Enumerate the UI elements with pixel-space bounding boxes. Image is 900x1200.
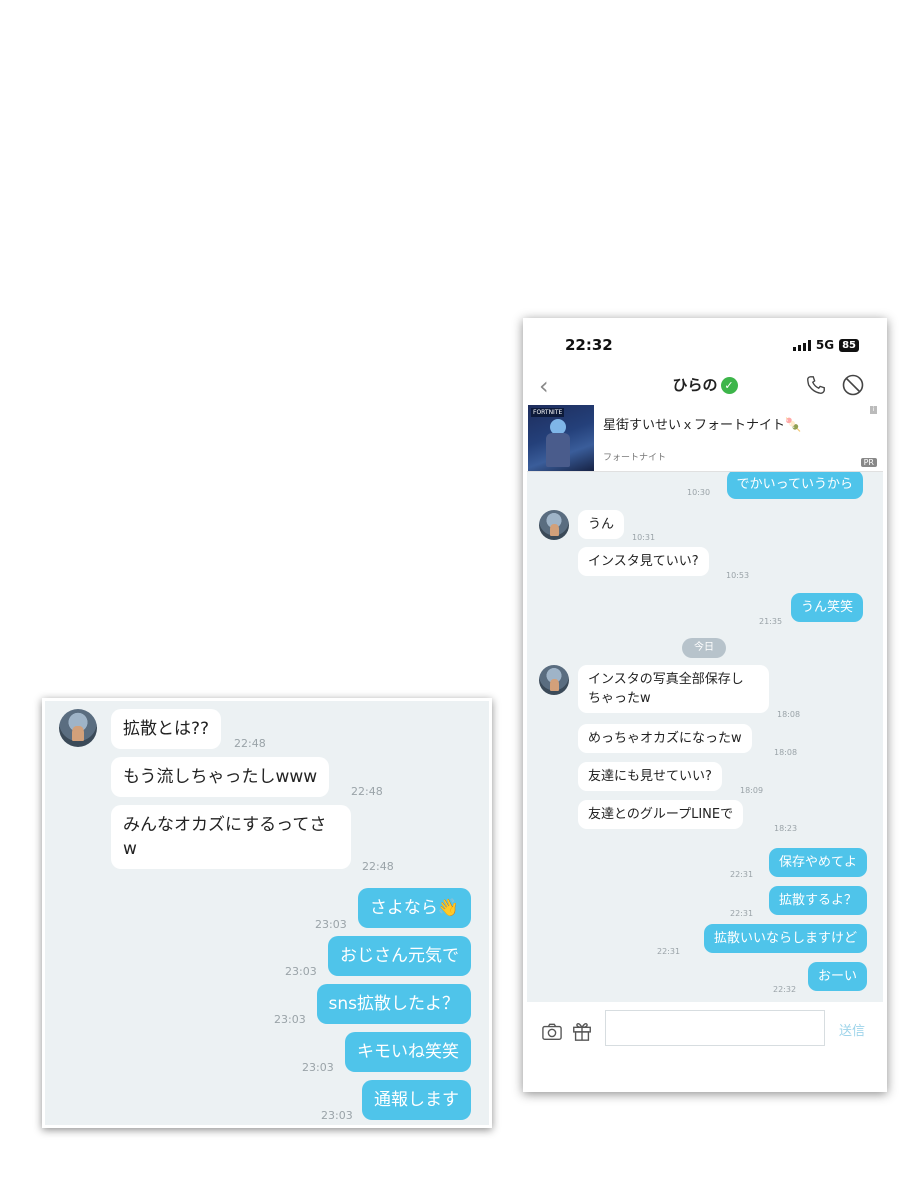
message-timestamp: 22:48 bbox=[362, 860, 394, 873]
incoming-message: もう流しちゃったしwww bbox=[111, 757, 330, 797]
message-timestamp: 22:48 bbox=[351, 785, 383, 798]
gift-icon[interactable] bbox=[571, 1020, 593, 1042]
outgoing-message: 拡散いいならしますけど bbox=[703, 924, 867, 953]
message-text-line: w bbox=[123, 839, 137, 859]
message-text: 友達とのグループLINEで bbox=[588, 807, 734, 822]
message-timestamp: 10:30 bbox=[687, 488, 711, 497]
message-timestamp: 21:35 bbox=[759, 617, 783, 626]
info-icon[interactable]: i bbox=[870, 406, 877, 414]
message-text: 拡散いいならしますけど bbox=[713, 931, 857, 946]
date-divider: 今日 bbox=[682, 638, 726, 658]
message-text: sns拡散したよ？ bbox=[328, 994, 460, 1014]
message-input[interactable] bbox=[605, 1010, 825, 1046]
cropped-chat-screenshot: 拡散とは?? 22:48 もう流しちゃったしwww 22:48 みんなオカズにす… bbox=[42, 698, 492, 1128]
ad-figure-body bbox=[546, 433, 570, 467]
phone-icon[interactable] bbox=[805, 374, 827, 396]
outgoing-message: 保存やめてよ bbox=[768, 848, 867, 877]
message-text: もう流しちゃったしwww bbox=[123, 767, 318, 787]
message-timestamp: 23:03 bbox=[274, 1013, 306, 1026]
outgoing-message: sns拡散したよ？ bbox=[316, 984, 471, 1024]
chat-area[interactable]: でかいっていうから 10:30 うん 10:31 インスタ見ていい? 10:53… bbox=[527, 472, 883, 1002]
incoming-message: 友達とのグループLINEで bbox=[578, 800, 744, 829]
ad-banner[interactable]: FORTNITE 星街すいせいｘフォートナイト🍡 フォートナイト PR i bbox=[527, 404, 883, 472]
message-text: おーい bbox=[817, 969, 857, 984]
message-timestamp: 23:03 bbox=[302, 1061, 334, 1074]
message-timestamp: 18:08 bbox=[774, 748, 798, 757]
message-text: めっちゃオカズになったw bbox=[588, 731, 742, 746]
message-timestamp: 22:31 bbox=[657, 947, 681, 956]
battery-icon: 85 bbox=[839, 338, 859, 352]
outgoing-message: 通報します bbox=[362, 1080, 471, 1120]
phone-screenshot: 22:32 5G 85 ‹ ひらの ✓ FORTNITE 星街すいせいｘフォートナ… bbox=[523, 318, 887, 1092]
ad-thumbnail: FORTNITE bbox=[528, 405, 594, 471]
incoming-message: 友達にも見せていい? bbox=[578, 762, 722, 791]
message-text: 通報します bbox=[374, 1090, 459, 1110]
message-timestamp: 22:31 bbox=[730, 909, 754, 918]
message-input-bar: 送信 bbox=[523, 1002, 887, 1092]
message-timestamp: 22:32 bbox=[773, 985, 797, 994]
message-text-line: ちゃったw bbox=[588, 691, 651, 706]
ad-thumbnail-brand: FORTNITE bbox=[531, 408, 565, 417]
message-text: 保存やめてよ bbox=[778, 855, 857, 870]
message-timestamp: 18:23 bbox=[774, 824, 798, 833]
block-icon[interactable] bbox=[841, 373, 865, 397]
outgoing-message: キモいね笑笑 bbox=[345, 1032, 471, 1072]
message-text: うん bbox=[588, 517, 615, 532]
outgoing-message: おーい bbox=[807, 962, 867, 991]
incoming-message: みんなオカズにするってさ w bbox=[111, 805, 351, 869]
message-timestamp: 18:08 bbox=[777, 710, 801, 719]
contact-avatar[interactable] bbox=[539, 665, 569, 695]
status-time: 22:32 bbox=[565, 336, 613, 354]
send-button[interactable]: 送信 bbox=[839, 1020, 865, 1039]
message-text-line: みんなオカズにするってさ bbox=[123, 815, 327, 835]
chat-header: ‹ ひらの ✓ bbox=[523, 370, 887, 402]
message-text: 拡散するよ？ bbox=[778, 893, 857, 908]
signal-icon bbox=[792, 339, 811, 351]
message-text: 拡散とは?? bbox=[123, 719, 210, 739]
status-indicators: 5G 85 bbox=[792, 338, 859, 352]
message-timestamp: 23:03 bbox=[315, 918, 347, 931]
check-circle-icon: ✓ bbox=[720, 377, 738, 394]
outgoing-message: うん笑笑 bbox=[790, 593, 863, 622]
incoming-message: インスタ見ていい? bbox=[578, 547, 709, 576]
incoming-message: 拡散とは?? bbox=[111, 709, 222, 749]
chat-title: ひらの bbox=[672, 376, 718, 394]
message-text: うん笑笑 bbox=[800, 600, 853, 615]
contact-avatar[interactable] bbox=[59, 709, 97, 747]
outgoing-message: おじさん元気で bbox=[328, 936, 471, 976]
incoming-message: うん bbox=[578, 510, 625, 539]
incoming-message: インスタの写真全部保存し ちゃったw bbox=[578, 665, 769, 713]
message-text: キモいね笑笑 bbox=[357, 1042, 459, 1062]
message-timestamp: 22:31 bbox=[730, 870, 754, 879]
message-timestamp: 10:53 bbox=[726, 571, 750, 580]
network-type: 5G bbox=[815, 338, 835, 352]
message-text: おじさん元気で bbox=[340, 946, 459, 966]
ad-pr-badge: PR bbox=[860, 458, 877, 467]
outgoing-message: 拡散するよ？ bbox=[768, 886, 867, 915]
message-timestamp: 23:03 bbox=[285, 965, 317, 978]
message-text: インスタ見ていい? bbox=[588, 554, 699, 569]
outgoing-message: でかいっていうから bbox=[726, 472, 863, 499]
message-timestamp: 23:03 bbox=[321, 1109, 353, 1122]
ad-title: 星街すいせいｘフォートナイト🍡 bbox=[603, 418, 802, 433]
incoming-message: めっちゃオカズになったw bbox=[578, 724, 752, 753]
message-text: さよなら👋 bbox=[369, 898, 459, 918]
message-timestamp: 18:09 bbox=[740, 786, 764, 795]
message-text: でかいっていうから bbox=[736, 477, 853, 492]
message-timestamp: 10:31 bbox=[632, 533, 656, 542]
outgoing-message: さよなら👋 bbox=[357, 888, 471, 928]
ad-advertiser: フォートナイト bbox=[603, 453, 667, 463]
contact-avatar[interactable] bbox=[539, 510, 569, 540]
message-text-line: インスタの写真全部保存し bbox=[588, 672, 744, 687]
camera-icon[interactable] bbox=[541, 1022, 563, 1042]
message-timestamp: 22:48 bbox=[234, 737, 266, 750]
message-text: 友達にも見せていい? bbox=[588, 769, 712, 784]
chat-title-wrap: ひらの ✓ bbox=[523, 374, 887, 395]
